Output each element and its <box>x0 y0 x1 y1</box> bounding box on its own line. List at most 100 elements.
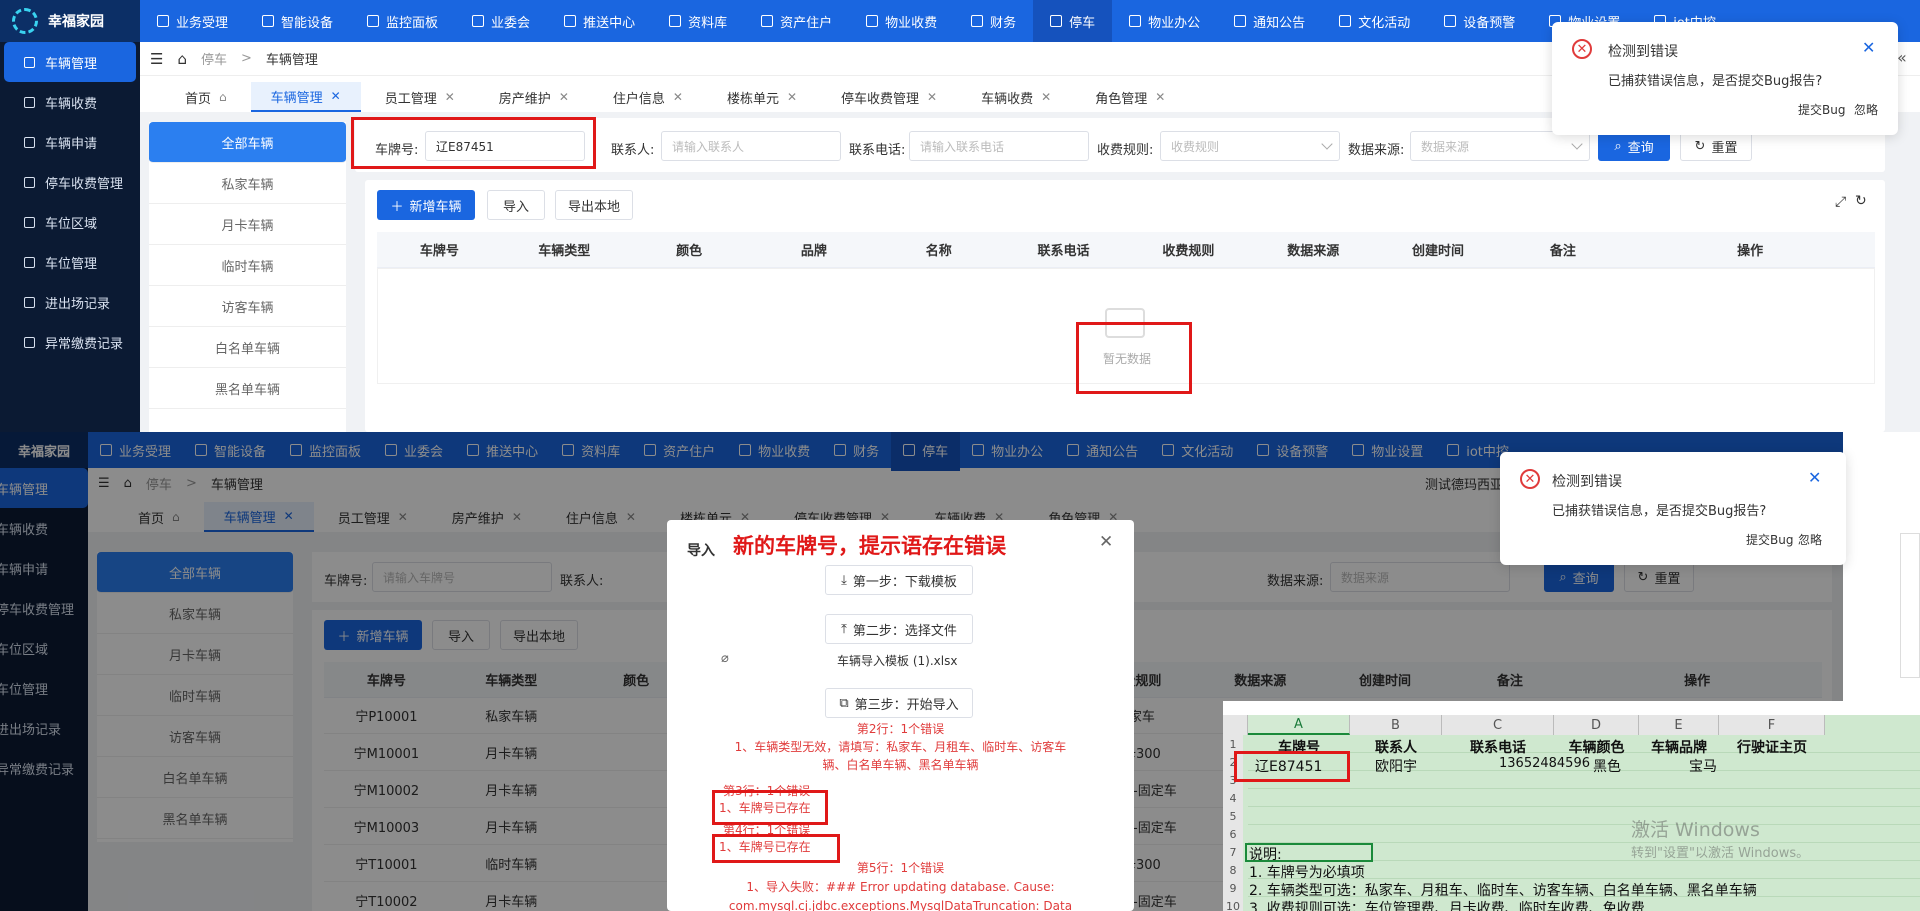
ignore-button[interactable]: 忽略 <box>1854 101 1878 118</box>
tab-3[interactable]: 房产维护 ✕ <box>479 82 589 112</box>
excel-row-number[interactable]: 6 <box>1223 825 1243 843</box>
fullscreen-icon[interactable]: ⤢ <box>1835 194 1846 210</box>
tab-8[interactable]: 角色管理 ✕ <box>1075 82 1185 112</box>
close-icon[interactable]: ✕ <box>445 90 455 104</box>
sidebar-item-vehicle-mgmt[interactable]: 车辆管理 <box>0 42 140 82</box>
column-header[interactable]: 品牌 <box>751 240 876 259</box>
category-1[interactable]: 私家车辆 <box>149 163 346 204</box>
sidebar-item-6[interactable]: 进出场记录 <box>0 282 140 322</box>
nav-item-9[interactable]: 停车 <box>1033 0 1113 42</box>
add-vehicle-button[interactable]: ＋新增车辆 <box>377 190 475 220</box>
category-4[interactable]: 访客车辆 <box>149 286 346 327</box>
column-header[interactable]: 创建时间 <box>1376 240 1501 259</box>
excel-column-header[interactable]: B <box>1350 715 1442 735</box>
column-header[interactable]: 数据来源 <box>1251 240 1376 259</box>
choose-file-button[interactable]: ⤒ 第二步：选择文件 <box>825 614 973 644</box>
close-icon[interactable]: ✕ <box>1155 90 1165 104</box>
excel-row-number[interactable]: 10 <box>1223 897 1243 911</box>
column-header[interactable]: 车牌号 <box>377 240 502 259</box>
ignore-button[interactable]: 忽略 <box>1798 531 1822 548</box>
nav-item-5[interactable]: 资料库 <box>652 0 744 42</box>
nav-item-4[interactable]: 推送中心 <box>547 0 652 42</box>
nav-item-12[interactable]: 文化活动 <box>1322 0 1427 42</box>
close-icon[interactable]: ✕ <box>1041 90 1051 104</box>
excel-row-number[interactable]: 9 <box>1223 879 1243 897</box>
column-header[interactable]: 操作 <box>1625 240 1875 259</box>
tab-7[interactable]: 车辆收费 ✕ <box>961 82 1071 112</box>
close-icon[interactable]: ✕ <box>559 90 569 104</box>
collapse-icon[interactable]: « <box>1897 48 1907 67</box>
excel-column-header[interactable]: F <box>1719 715 1825 735</box>
column-header[interactable]: 备注 <box>1500 240 1625 259</box>
category-5[interactable]: 白名单车辆 <box>149 327 346 368</box>
category-0[interactable]: 全部车辆 <box>149 122 346 163</box>
tab-1[interactable]: 车辆管理 ✕ <box>250 82 361 112</box>
excel-header-cell[interactable]: 车辆颜色 <box>1554 737 1639 757</box>
nav-item-2[interactable]: 监控面板 <box>350 0 455 42</box>
close-icon[interactable]: ✕ <box>927 90 937 104</box>
query-button[interactable]: ⌕ 查询 <box>1598 131 1670 161</box>
excel-row-number[interactable]: 8 <box>1223 861 1243 879</box>
excel-header-cell[interactable]: 行驶证主页 <box>1719 737 1825 757</box>
close-icon[interactable]: ✕ <box>331 89 341 103</box>
phone-input[interactable]: 请输入联系电话 <box>909 131 1089 161</box>
cell-e2[interactable]: 宝马 <box>1689 756 1717 776</box>
close-icon[interactable]: ✕ <box>673 90 683 104</box>
column-header[interactable]: 收费规则 <box>1126 240 1251 259</box>
charge-rule-select[interactable]: 收费规则 <box>1160 131 1340 161</box>
home-icon[interactable]: ⌂ <box>177 50 187 68</box>
sidebar-item-1[interactable]: 车辆收费 <box>0 82 140 122</box>
sidebar-item-3[interactable]: 停车收费管理 <box>0 162 140 202</box>
column-header[interactable]: 联系电话 <box>1001 240 1126 259</box>
tab-6[interactable]: 停车收费管理 ✕ <box>821 82 957 112</box>
home-icon[interactable]: ⌂ <box>219 90 227 104</box>
nav-item-1[interactable]: 智能设备 <box>245 0 350 42</box>
tab-4[interactable]: 住户信息 ✕ <box>593 82 703 112</box>
nav-item-13[interactable]: 设备预警 <box>1427 0 1532 42</box>
import-button[interactable]: 导入 <box>487 190 545 220</box>
sidebar-item-2[interactable]: 车辆申请 <box>0 122 140 162</box>
contact-input[interactable]: 请输入联系人 <box>661 131 841 161</box>
submit-bug-button[interactable]: 提交Bug <box>1746 531 1793 548</box>
file-name[interactable]: 车辆导入模板 (1).xlsx <box>837 652 957 669</box>
excel-column-header[interactable]: D <box>1554 715 1639 735</box>
excel-row-number[interactable]: 7 <box>1223 843 1243 861</box>
excel-row-number[interactable]: 4 <box>1223 789 1243 807</box>
nav-item-7[interactable]: 物业收费 <box>849 0 954 42</box>
category-3[interactable]: 临时车辆 <box>149 245 346 286</box>
breadcrumb-parent[interactable]: 停车 <box>201 49 227 68</box>
close-icon[interactable]: ✕ <box>1099 532 1113 552</box>
excel-header-cell[interactable]: 联系电话 <box>1442 737 1554 757</box>
excel-row-number[interactable]: 5 <box>1223 807 1243 825</box>
sidebar-item-7[interactable]: 异常缴费记录 <box>0 322 140 362</box>
close-icon[interactable]: ✕ <box>787 90 797 104</box>
data-source-select[interactable]: 数据来源 <box>1410 131 1590 161</box>
reset-button[interactable]: ↻ 重置 <box>1680 131 1752 161</box>
cell-d2[interactable]: 黑色 <box>1593 756 1621 776</box>
excel-column-header[interactable]: C <box>1442 715 1554 735</box>
nav-item-6[interactable]: 资产住户 <box>744 0 849 42</box>
tab-2[interactable]: 员工管理 ✕ <box>365 82 475 112</box>
tab-5[interactable]: 楼栋单元 ✕ <box>707 82 817 112</box>
sidebar-item-4[interactable]: 车位区域 <box>0 202 140 242</box>
download-template-button[interactable]: ⤓ 第一步：下载模板 <box>825 565 973 595</box>
cell-b2[interactable]: 欧阳宇 <box>1375 756 1417 776</box>
column-header[interactable]: 颜色 <box>627 240 752 259</box>
nav-item-10[interactable]: 物业办公 <box>1112 0 1217 42</box>
nav-item-0[interactable]: 业务受理 <box>140 0 245 42</box>
refresh-icon[interactable]: ↻ <box>1855 193 1867 209</box>
app-logo[interactable]: 幸福家园 <box>0 0 140 42</box>
column-header[interactable]: 车辆类型 <box>502 240 627 259</box>
close-icon[interactable]: ✕ <box>1808 468 1821 487</box>
menu-toggle-icon[interactable]: ☰ <box>150 50 163 68</box>
excel-header-cell[interactable]: 车辆品牌 <box>1639 737 1719 757</box>
submit-bug-button[interactable]: 提交Bug <box>1798 101 1845 118</box>
export-button[interactable]: 导出本地 <box>555 190 633 220</box>
excel-header-cell[interactable]: 联系人 <box>1350 737 1442 757</box>
nav-item-11[interactable]: 通知公告 <box>1217 0 1322 42</box>
tab-0[interactable]: 首页 ⌂ <box>165 82 247 112</box>
category-2[interactable]: 月卡车辆 <box>149 204 346 245</box>
column-header[interactable]: 名称 <box>876 240 1001 259</box>
sidebar-item-5[interactable]: 车位管理 <box>0 242 140 282</box>
cell-c2[interactable]: 13652484596 <box>1499 756 1590 771</box>
